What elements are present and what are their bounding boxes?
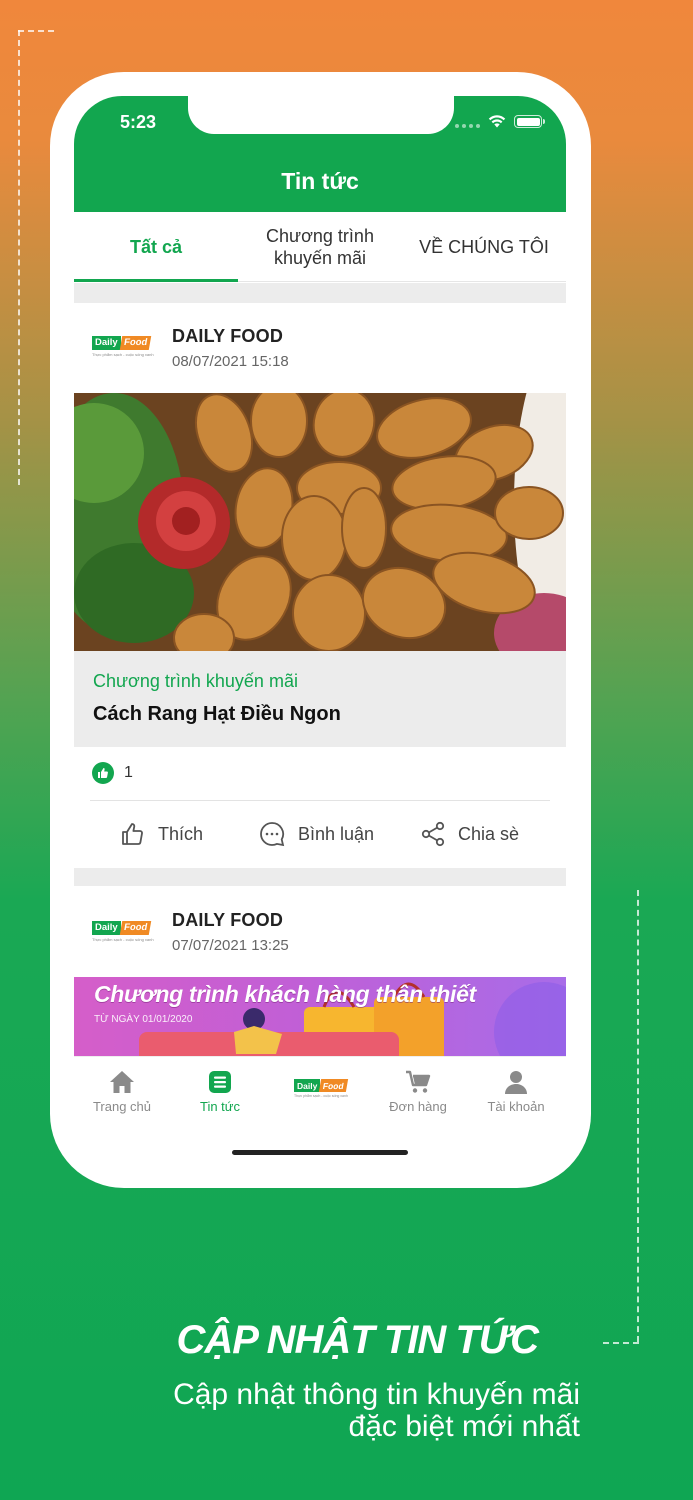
like-count: 1	[124, 764, 133, 781]
post-date: 07/07/2021 13:25	[172, 937, 289, 954]
tab-promotions[interactable]: Chương trình khuyến mãi	[238, 212, 402, 282]
share-label: Chia sè	[458, 823, 520, 844]
status-icons	[455, 115, 545, 128]
post-title[interactable]: Cách Rang Hạt Điều Ngon	[93, 703, 341, 726]
signal-icon	[455, 116, 480, 128]
news-icon	[209, 1071, 231, 1093]
home-icon	[110, 1071, 134, 1093]
decor-dashed-line	[603, 1342, 639, 1344]
divider	[90, 800, 550, 801]
comment-label: Bình luận	[298, 823, 375, 844]
section-divider	[74, 868, 566, 886]
nav-item-logo[interactable]: Daily Food Thực phẩm sạch - cuộc sống xan…	[272, 1079, 368, 1098]
news-tabs: Tất cả Chương trình khuyến mãi VỀ CHÚNG …	[74, 212, 566, 282]
decor-dashed-line	[637, 890, 639, 1342]
tab-all[interactable]: Tất cả	[74, 212, 238, 282]
post-banner-image[interactable]: Chương trình khách hàng thân thiết TỪ NG…	[74, 977, 566, 1057]
thumbs-up-icon	[122, 823, 143, 845]
like-label: Thích	[158, 823, 204, 844]
thumbs-up-badge-icon	[92, 762, 114, 784]
nav-label: Tin tức	[199, 1099, 240, 1114]
home-indicator[interactable]	[232, 1150, 408, 1155]
share-button[interactable]: Chia sè	[420, 812, 519, 856]
daily-food-logo: Daily Food Thực phẩm sạch - cuộc sống xan…	[92, 921, 154, 942]
battery-icon	[514, 115, 545, 128]
comment-button[interactable]: Bình luận	[258, 812, 374, 856]
post-date: 08/07/2021 15:18	[172, 353, 289, 370]
page-title: Tin tức	[281, 168, 359, 194]
daily-food-logo: Daily Food Thực phẩm sạch - cuộc sống xan…	[294, 1079, 349, 1098]
section-divider	[74, 283, 566, 303]
promo-subtext-line-1: Cập nhật thông tin khuyến mãi	[173, 1378, 580, 1411]
like-summary: 1	[92, 762, 133, 784]
post-source-name: DAILY FOOD	[172, 326, 284, 346]
share-icon	[421, 821, 445, 847]
nav-item-news[interactable]: Tin tức	[172, 1069, 268, 1114]
banner-subtitle: TỪ NGÀY 01/01/2020	[94, 1014, 193, 1025]
post-caption[interactable]: Chương trình khuyến mãi Cách Rang Hạt Đi…	[74, 651, 566, 747]
status-time: 5:23	[120, 112, 157, 132]
cart-icon	[406, 1070, 431, 1093]
tab-about-us[interactable]: VỀ CHÚNG TÔI	[402, 212, 566, 282]
user-icon	[505, 1071, 527, 1094]
promo-heading: CẬP NHẬT TIN TỨC	[176, 1318, 540, 1362]
food-photo	[74, 393, 566, 651]
nav-item-home[interactable]: Trang chủ	[74, 1069, 170, 1114]
like-button[interactable]: Thích	[120, 812, 203, 856]
post-image[interactable]	[74, 393, 566, 651]
promo-subtext-line-2: đặc biệt mới nhất	[348, 1410, 580, 1443]
phone-notch	[188, 96, 454, 134]
comment-icon	[260, 822, 285, 847]
post-category[interactable]: Chương trình khuyến mãi	[93, 671, 298, 692]
nav-label: Trang chủ	[92, 1099, 152, 1114]
app-screen: 5:23 Tin tức Tất cả Chương trình khuyến …	[74, 96, 566, 1166]
banner-title: Chương trình khách hàng thân thiết	[94, 981, 476, 1007]
nav-item-account[interactable]: Tài khoản	[468, 1069, 564, 1114]
decor-dashed-line	[18, 30, 54, 32]
nav-label: Đơn hàng	[389, 1099, 447, 1114]
decor-dashed-line	[18, 30, 20, 485]
post-actions: Thích Bình luận Chia sè	[74, 812, 566, 856]
wifi-icon	[488, 115, 506, 128]
post-source-name: DAILY FOOD	[172, 910, 284, 930]
active-tab-indicator	[74, 279, 238, 282]
nav-label: Tài khoản	[487, 1099, 545, 1114]
nav-item-orders[interactable]: Đơn hàng	[370, 1069, 466, 1114]
app-header: 5:23 Tin tức	[74, 96, 566, 212]
daily-food-logo: Daily Food Thực phẩm sạch - cuộc sống xan…	[92, 336, 154, 357]
